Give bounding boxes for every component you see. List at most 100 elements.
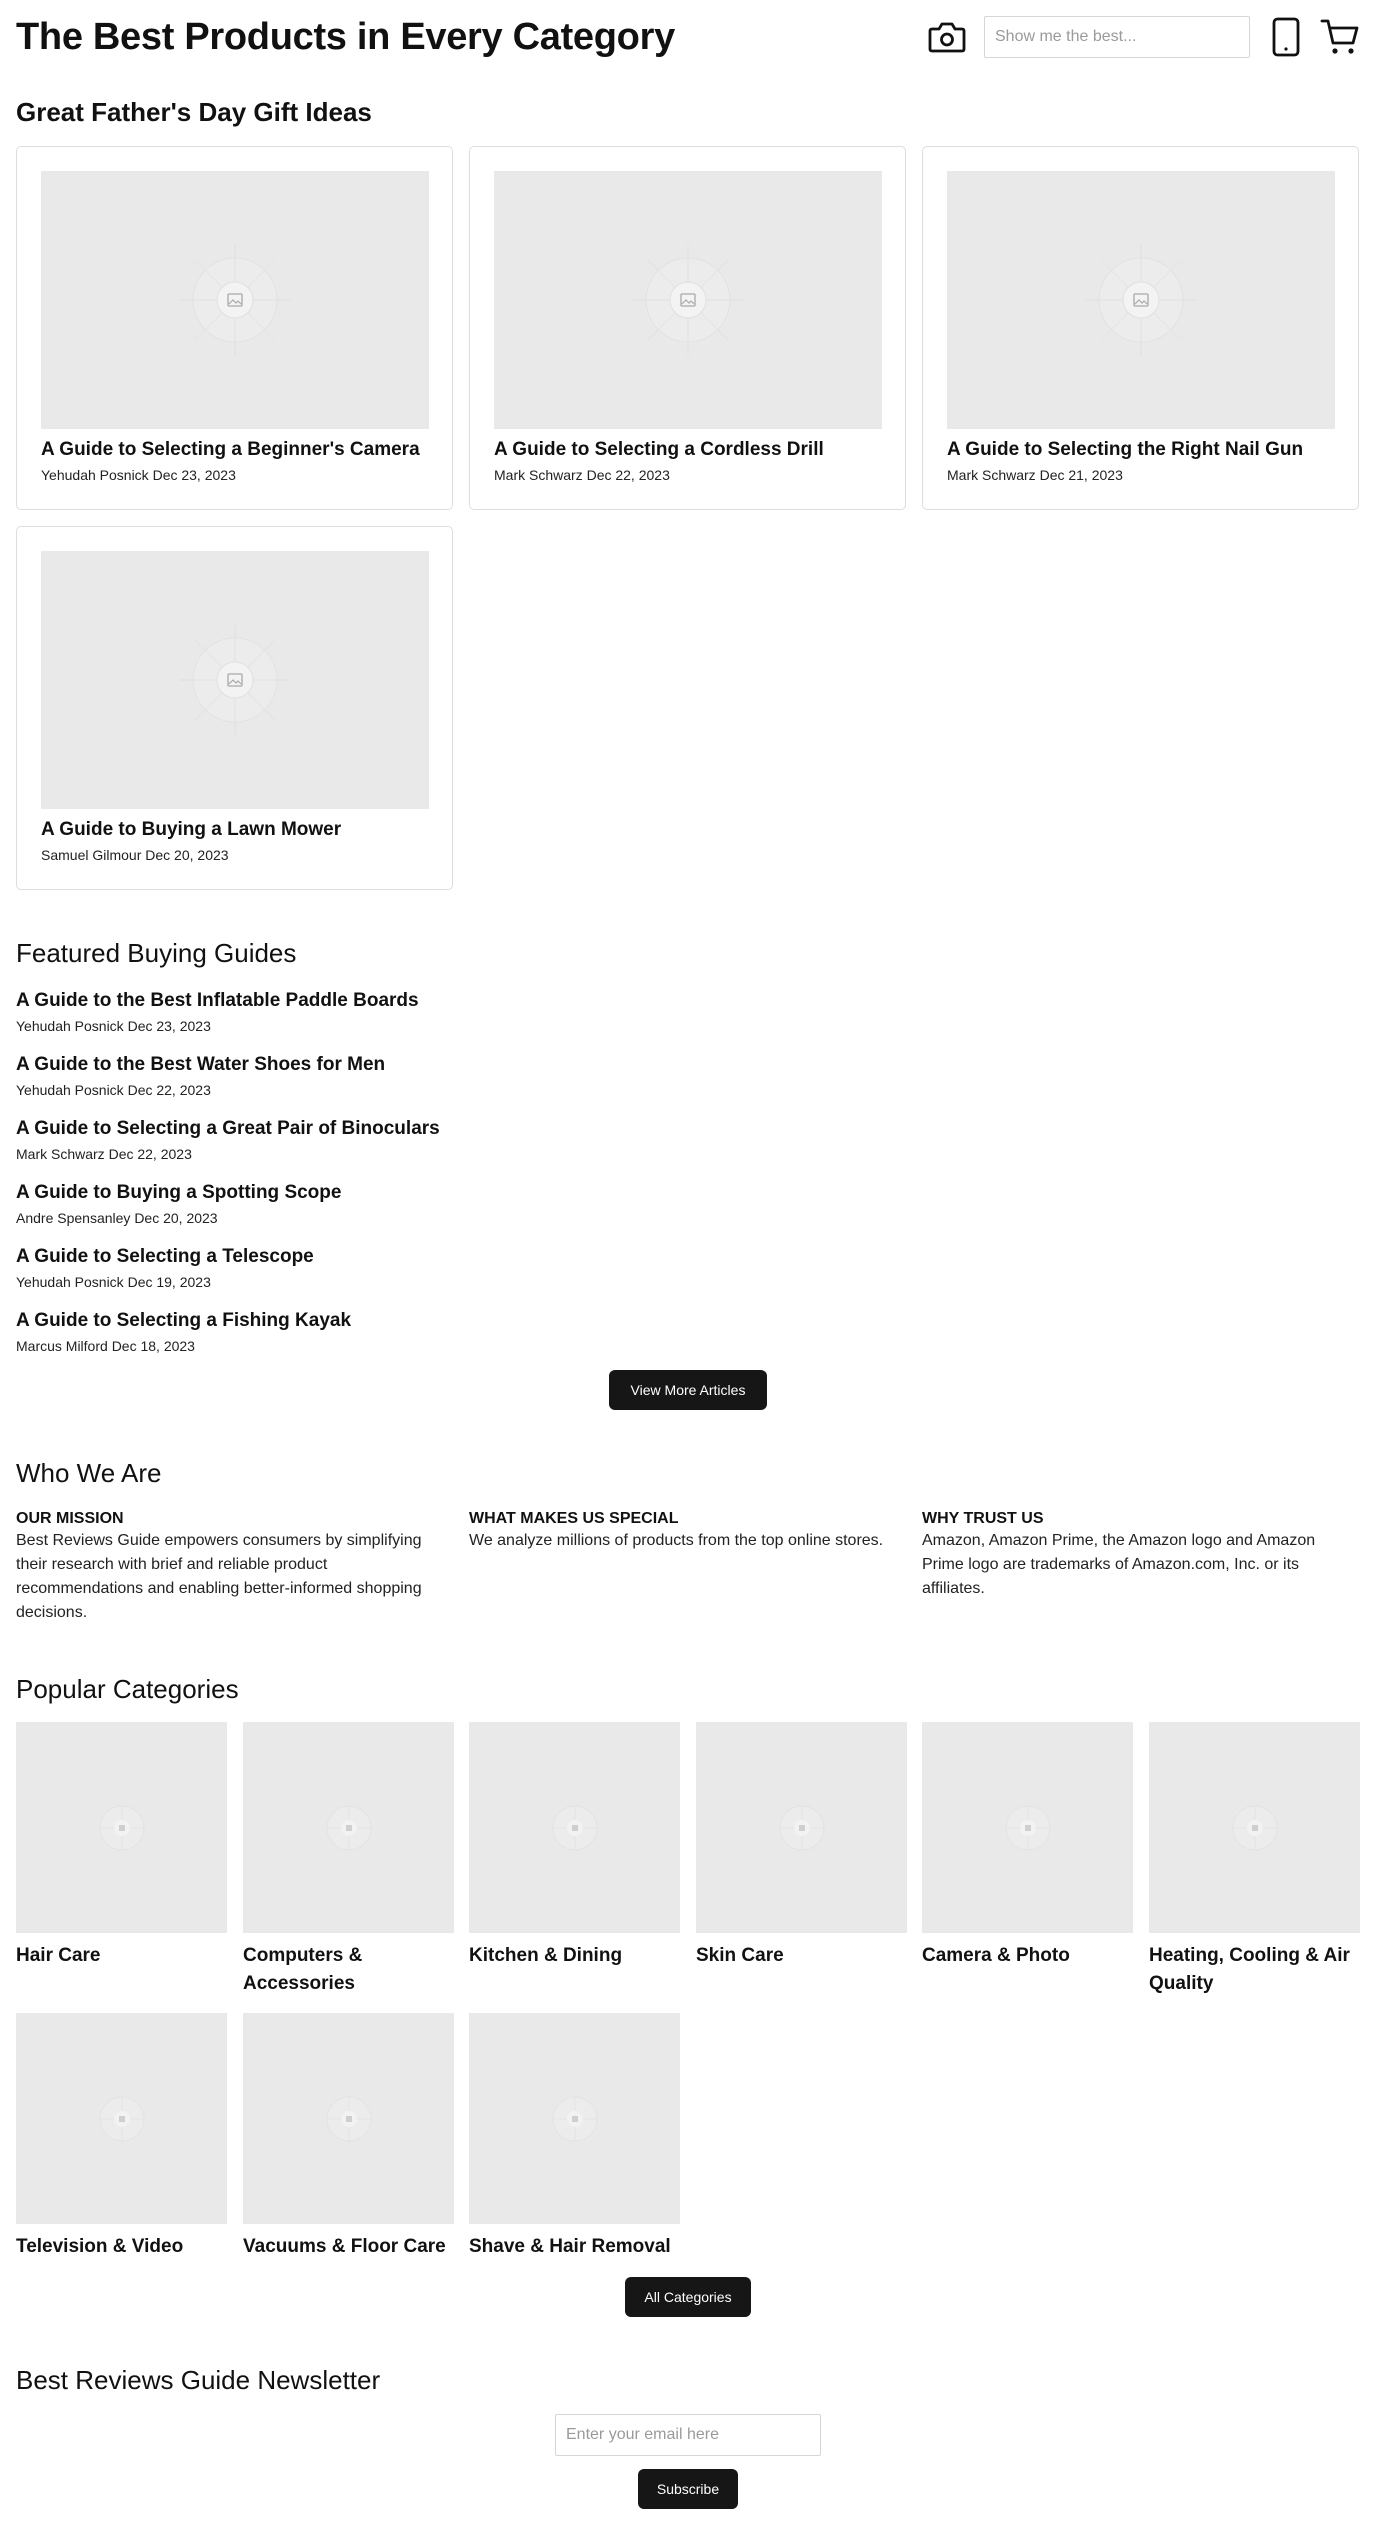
guide-author: Marcus Milford (16, 1338, 108, 1354)
card-author: Mark Schwarz (494, 467, 583, 483)
guide-item[interactable]: A Guide to the Best Water Shoes for Men … (16, 1054, 716, 1098)
camera-icon[interactable] (928, 20, 966, 54)
who-body: Best Reviews Guide empowers consumers by… (16, 1532, 422, 1621)
card-title[interactable]: A Guide to Selecting a Beginner's Camera (41, 439, 420, 461)
guide-meta: Mark Schwarz Dec 22, 2023 (16, 1146, 716, 1162)
card-author: Samuel Gilmour (41, 847, 142, 863)
card-image (494, 171, 882, 429)
card-meta: Mark Schwarz Dec 21, 2023 (947, 467, 1123, 483)
card-meta: Samuel Gilmour Dec 20, 2023 (41, 847, 229, 863)
category-image (469, 2013, 680, 2224)
image-placeholder-icon (325, 1804, 372, 1851)
category-label[interactable]: Television & Video (16, 2233, 227, 2261)
category-label[interactable]: Skin Care (696, 1942, 907, 1970)
card-date: Dec 23, 2023 (152, 467, 236, 483)
category-image (922, 1722, 1133, 1933)
card-date: Dec 22, 2023 (586, 467, 670, 483)
gift-card[interactable]: A Guide to Selecting a Cordless Drill Ma… (469, 146, 906, 510)
guide-author: Yehudah Posnick (16, 1274, 124, 1290)
guide-author: Yehudah Posnick (16, 1082, 124, 1098)
guide-title[interactable]: A Guide to Selecting a Great Pair of Bin… (16, 1118, 716, 1140)
categories-section-title: Popular Categories (16, 1674, 239, 1704)
category-image (16, 2013, 227, 2224)
guide-date: Dec 23, 2023 (127, 1018, 211, 1034)
card-date: Dec 21, 2023 (1039, 467, 1123, 483)
category-card[interactable]: Vacuums & Floor Care (243, 2013, 454, 2261)
who-body: Amazon, Amazon Prime, the Amazon logo an… (922, 1532, 1316, 1597)
category-card[interactable]: Shave & Hair Removal (469, 2013, 680, 2261)
image-placeholder-icon (551, 1804, 598, 1851)
category-card[interactable]: Computers & Accessories (243, 1722, 454, 1998)
guide-author: Yehudah Posnick (16, 1018, 124, 1034)
who-column-special: WHAT MAKES US SPECIAL We analyze million… (469, 1510, 906, 1553)
newsletter-section-title: Best Reviews Guide Newsletter (16, 2365, 381, 2395)
category-card[interactable]: Kitchen & Dining (469, 1722, 680, 1970)
category-label[interactable]: Camera & Photo (922, 1942, 1133, 1970)
guide-date: Dec 22, 2023 (127, 1082, 211, 1098)
image-placeholder-icon (633, 245, 743, 355)
guide-author: Andre Spensanley (16, 1210, 131, 1226)
card-title[interactable]: A Guide to Selecting the Right Nail Gun (947, 439, 1303, 461)
card-author: Yehudah Posnick (41, 467, 149, 483)
category-label[interactable]: Heating, Cooling & Air Quality (1149, 1942, 1360, 1998)
tablet-icon[interactable] (1272, 17, 1300, 57)
category-card[interactable]: Hair Care (16, 1722, 227, 1970)
view-more-articles-button[interactable]: View More Articles (609, 1370, 767, 1410)
category-image (1149, 1722, 1360, 1933)
gift-card[interactable]: A Guide to Selecting the Right Nail Gun … (922, 146, 1359, 510)
category-label[interactable]: Shave & Hair Removal (469, 2233, 680, 2261)
category-card[interactable]: Heating, Cooling & Air Quality (1149, 1722, 1360, 1998)
guide-meta: Andre Spensanley Dec 20, 2023 (16, 1210, 716, 1226)
who-body: We analyze millions of products from the… (469, 1532, 884, 1549)
gift-card[interactable]: A Guide to Selecting a Beginner's Camera… (16, 146, 453, 510)
search-input[interactable] (984, 16, 1250, 58)
category-label[interactable]: Hair Care (16, 1942, 227, 1970)
gift-section-title: Great Father's Day Gift Ideas (16, 97, 372, 127)
who-heading: OUR MISSION (16, 1510, 124, 1527)
guide-item[interactable]: A Guide to the Best Inflatable Paddle Bo… (16, 990, 716, 1034)
category-image (469, 1722, 680, 1933)
guide-meta: Marcus Milford Dec 18, 2023 (16, 1338, 716, 1354)
category-card[interactable]: Skin Care (696, 1722, 907, 1970)
card-date: Dec 20, 2023 (145, 847, 229, 863)
category-label[interactable]: Computers & Accessories (243, 1942, 454, 1998)
guide-title[interactable]: A Guide to Buying a Spotting Scope (16, 1182, 716, 1204)
image-placeholder-icon (1086, 245, 1196, 355)
category-card[interactable]: Television & Video (16, 2013, 227, 2261)
who-column-trust: WHY TRUST US Amazon, Amazon Prime, the A… (922, 1510, 1359, 1601)
image-placeholder-icon (551, 2095, 598, 2142)
gift-card[interactable]: A Guide to Buying a Lawn Mower Samuel Gi… (16, 526, 453, 890)
card-meta: Yehudah Posnick Dec 23, 2023 (41, 467, 236, 483)
category-image (243, 1722, 454, 1933)
image-placeholder-icon (1231, 1804, 1278, 1851)
guide-title[interactable]: A Guide to Selecting a Fishing Kayak (16, 1310, 716, 1332)
cart-icon[interactable] (1320, 17, 1360, 57)
guide-date: Dec 18, 2023 (111, 1338, 195, 1354)
card-title[interactable]: A Guide to Selecting a Cordless Drill (494, 439, 824, 461)
email-field[interactable] (555, 2414, 821, 2456)
who-column-mission: OUR MISSION Best Reviews Guide empowers … (16, 1510, 453, 1625)
who-heading: WHAT MAKES US SPECIAL (469, 1510, 679, 1527)
guide-title[interactable]: A Guide to the Best Water Shoes for Men (16, 1054, 716, 1076)
subscribe-button[interactable]: Subscribe (638, 2469, 738, 2509)
guide-meta: Yehudah Posnick Dec 23, 2023 (16, 1018, 716, 1034)
category-label[interactable]: Vacuums & Floor Care (243, 2233, 454, 2261)
all-categories-button[interactable]: All Categories (625, 2277, 751, 2317)
category-label[interactable]: Kitchen & Dining (469, 1942, 680, 1970)
image-placeholder-icon (98, 1804, 145, 1851)
guide-author: Mark Schwarz (16, 1146, 105, 1162)
card-title[interactable]: A Guide to Buying a Lawn Mower (41, 819, 341, 841)
card-image (41, 551, 429, 809)
category-card[interactable]: Camera & Photo (922, 1722, 1133, 1970)
guide-item[interactable]: A Guide to Buying a Spotting Scope Andre… (16, 1182, 716, 1226)
guide-title[interactable]: A Guide to Selecting a Telescope (16, 1246, 716, 1268)
guide-item[interactable]: A Guide to Selecting a Telescope Yehudah… (16, 1246, 716, 1290)
image-placeholder-icon (98, 2095, 145, 2142)
site-title: The Best Products in Every Category (16, 15, 675, 58)
guide-title[interactable]: A Guide to the Best Inflatable Paddle Bo… (16, 990, 716, 1012)
guide-item[interactable]: A Guide to Selecting a Great Pair of Bin… (16, 1118, 716, 1162)
image-placeholder-icon (778, 1804, 825, 1851)
card-author: Mark Schwarz (947, 467, 1036, 483)
guide-item[interactable]: A Guide to Selecting a Fishing Kayak Mar… (16, 1310, 716, 1354)
card-image (947, 171, 1335, 429)
